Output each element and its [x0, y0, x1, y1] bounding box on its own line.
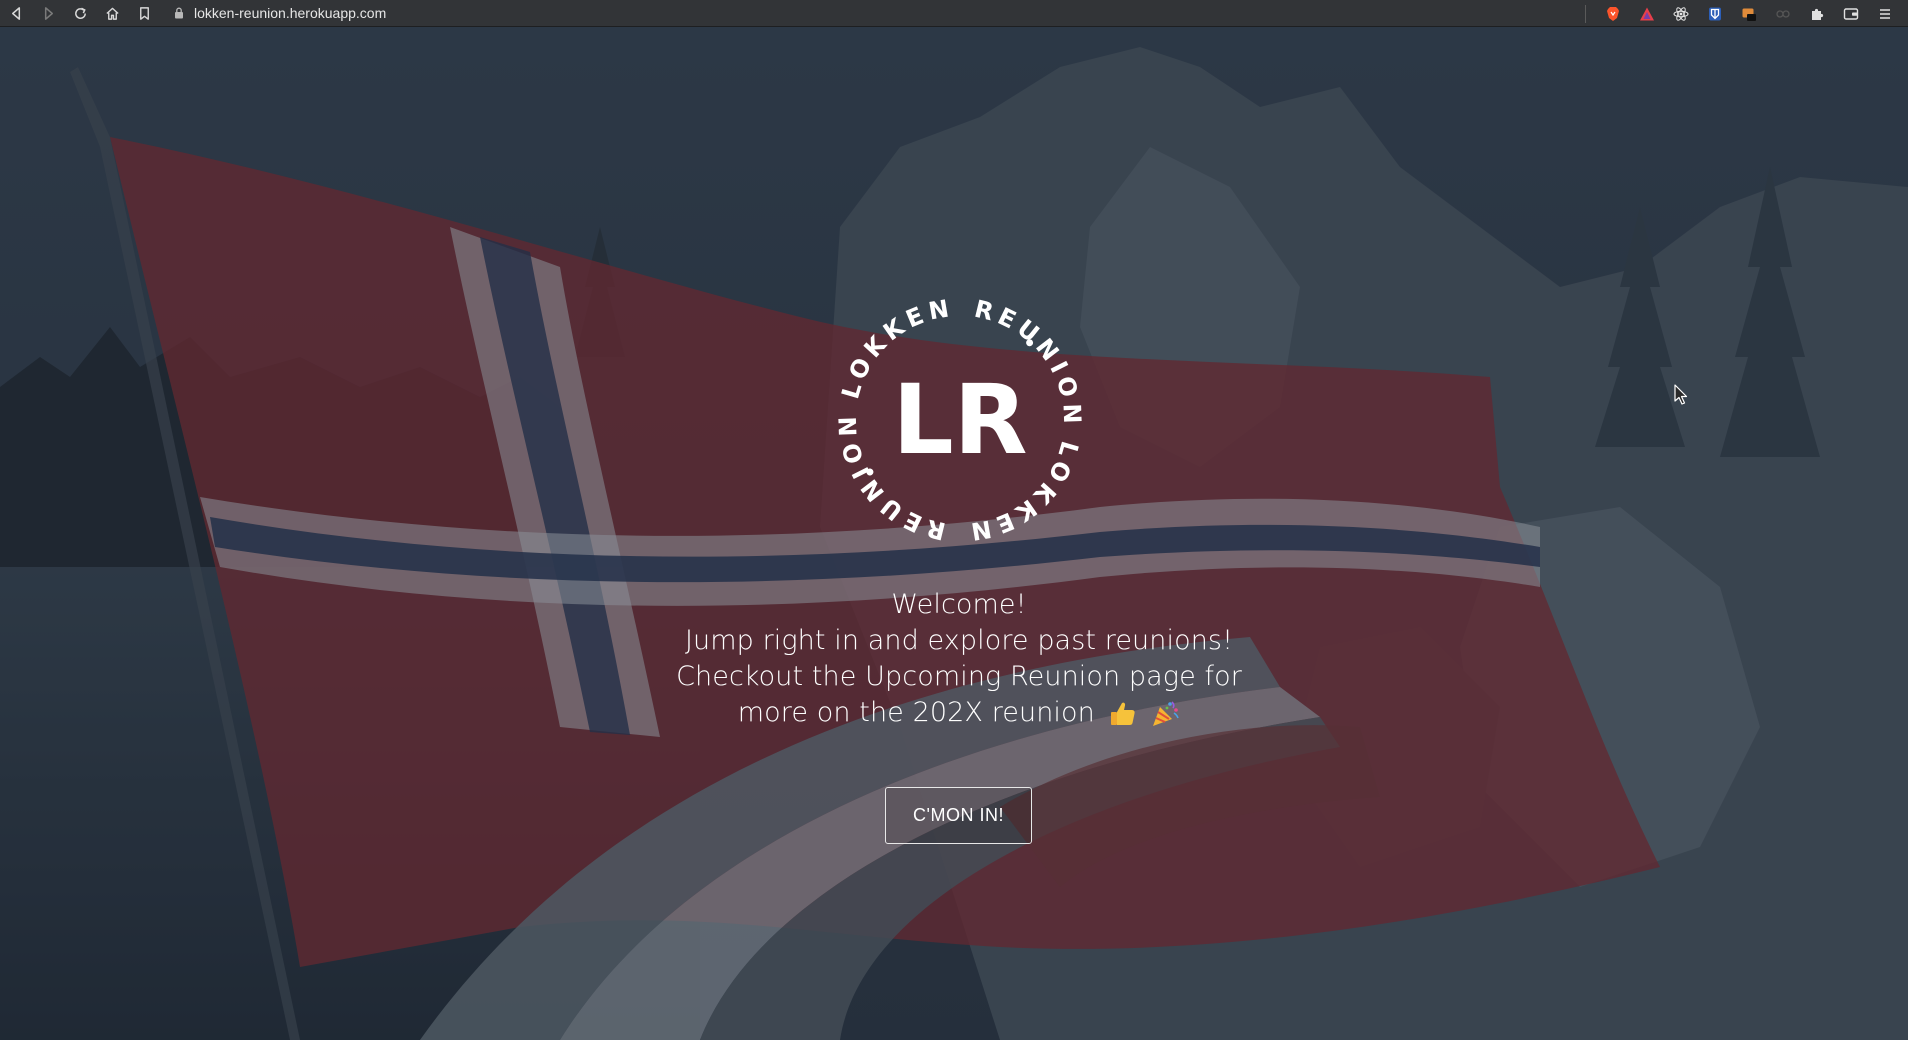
- forward-button[interactable]: [32, 0, 64, 27]
- wallet-icon: [1843, 7, 1859, 20]
- welcome-message: Welcome! Jump right in and explore past …: [604, 587, 1314, 731]
- back-icon: [11, 6, 20, 20]
- brave-rewards-button[interactable]: [1630, 0, 1664, 27]
- address-bar[interactable]: lokken-reunion.herokuapp.com: [174, 0, 1604, 27]
- reload-icon: [74, 7, 86, 19]
- brave-shields-button[interactable]: [1596, 0, 1630, 27]
- welcome-heading: Welcome!: [891, 589, 1027, 620]
- brave-rewards-icon: [1640, 7, 1654, 20]
- url-text[interactable]: lokken-reunion.herokuapp.com: [194, 5, 386, 21]
- home-button[interactable]: [96, 0, 128, 27]
- extension-icon: [1776, 9, 1790, 18]
- back-button[interactable]: [0, 0, 32, 27]
- lokken-reunion-logo: LOKKEN REUNION LOKKEN REUNION LR: [835, 295, 1081, 545]
- welcome-line-4: more on the 202X reunion: [604, 695, 1314, 731]
- reload-button[interactable]: [64, 0, 96, 27]
- extension-icon: [1742, 8, 1756, 21]
- forward-icon: [44, 6, 53, 20]
- extension-button-2[interactable]: [1766, 0, 1800, 27]
- bookmark-icon: [139, 6, 149, 20]
- toolbar-separator: [1585, 4, 1586, 23]
- welcome-line-2: Jump right in and explore past reunions!: [684, 625, 1234, 656]
- thumbs-up-icon: [1110, 702, 1135, 725]
- party-popper-icon: [1153, 700, 1180, 726]
- welcome-line-4-text: more on the 202X reunion: [737, 697, 1095, 728]
- wallet-button[interactable]: [1834, 0, 1868, 27]
- bitwarden-icon: [1709, 7, 1721, 20]
- menu-icon: [1880, 8, 1890, 19]
- cmon-in-button[interactable]: C'MON IN!: [885, 787, 1032, 844]
- mouse-cursor-icon: [1674, 384, 1688, 405]
- logo-monogram: LR: [892, 364, 1027, 476]
- home-icon: [105, 7, 119, 20]
- extension-button-1[interactable]: [1732, 0, 1766, 27]
- react-devtools-icon: [1673, 6, 1689, 21]
- bitwarden-button[interactable]: [1698, 0, 1732, 27]
- bookmark-button[interactable]: [128, 0, 160, 27]
- puzzle-icon: [1812, 8, 1824, 20]
- brave-shields-icon: [1607, 6, 1619, 21]
- browser-toolbar: lokken-reunion.herokuapp.com: [0, 0, 1908, 27]
- react-devtools-button[interactable]: [1664, 0, 1698, 27]
- extensions-menu-button[interactable]: [1800, 0, 1834, 27]
- welcome-line-3: Checkout the Upcoming Reunion page for: [676, 661, 1242, 692]
- extension-tray: [1585, 0, 1908, 27]
- lock-icon: [175, 7, 183, 19]
- hero-section: LOKKEN REUNION LOKKEN REUNION LR Welcome…: [0, 27, 1908, 1040]
- browser-menu-button[interactable]: [1868, 0, 1902, 27]
